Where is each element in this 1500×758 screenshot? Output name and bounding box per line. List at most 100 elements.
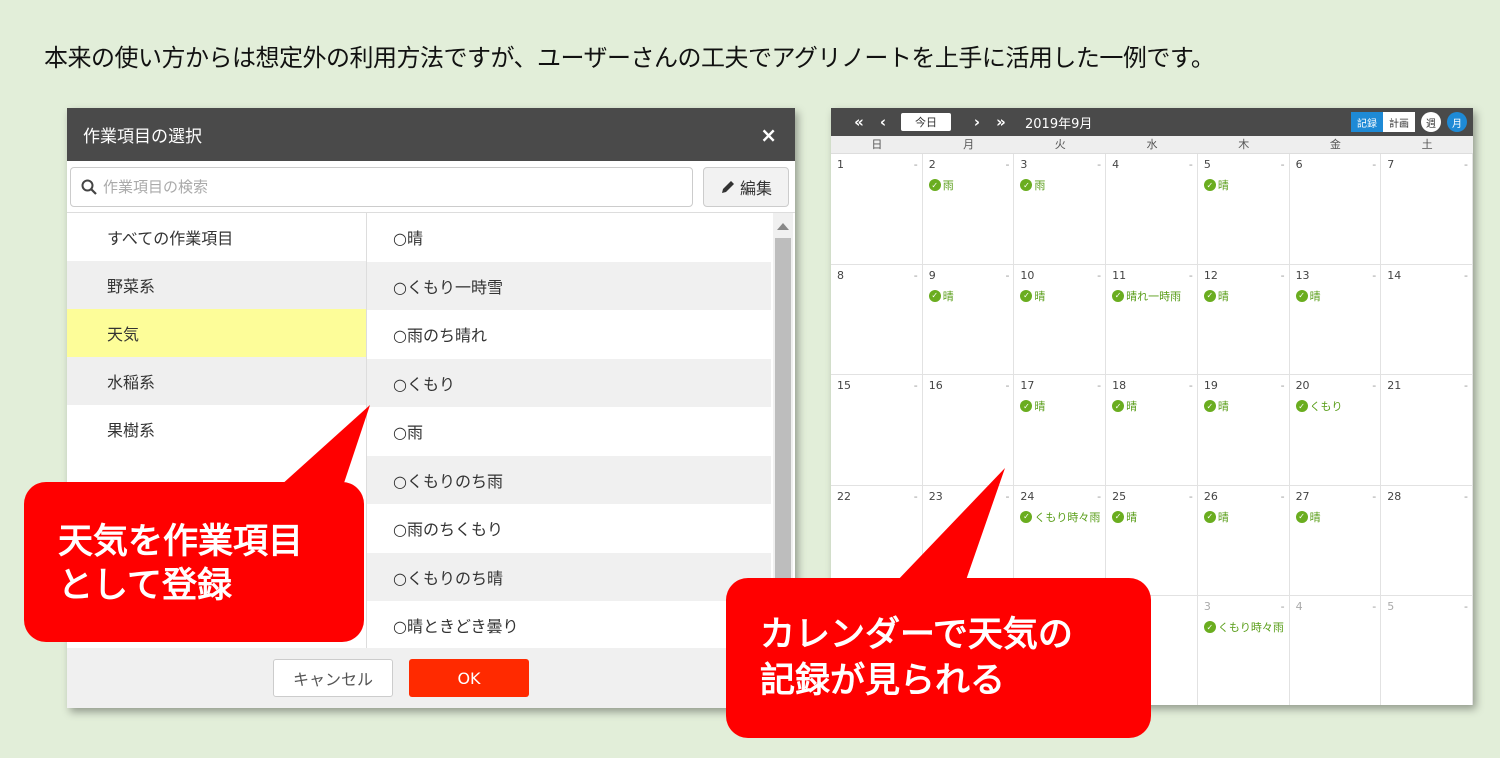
day-cell[interactable]: 19 - ✓ 晴 bbox=[1197, 375, 1290, 486]
task-item-row[interactable]: ○雨のちくもり bbox=[367, 504, 771, 553]
task-item-row[interactable]: ○くもりのち晴 bbox=[367, 552, 771, 601]
ok-button[interactable]: OK bbox=[409, 659, 529, 697]
day-menu-icon[interactable]: - bbox=[1189, 269, 1193, 282]
weather-event[interactable]: ✓ 晴 bbox=[1112, 509, 1193, 525]
day-cell[interactable]: 11 - ✓ 晴れ一時雨 bbox=[1106, 264, 1198, 375]
category-item[interactable]: すべての作業項目 bbox=[67, 213, 366, 261]
day-menu-icon[interactable]: - bbox=[914, 379, 918, 392]
task-item-row[interactable]: ○雨 bbox=[367, 407, 771, 456]
day-cell[interactable]: 18 - ✓ 晴 bbox=[1106, 375, 1198, 486]
weather-event[interactable]: ✓ 晴れ一時雨 bbox=[1112, 288, 1193, 304]
day-menu-icon[interactable]: - bbox=[1372, 269, 1376, 282]
weather-event[interactable]: ✓ くもり時々雨 bbox=[1203, 619, 1285, 635]
day-menu-icon[interactable]: - bbox=[1281, 600, 1285, 613]
day-menu-icon[interactable]: - bbox=[1097, 269, 1101, 282]
day-cell[interactable]: 8- bbox=[831, 264, 923, 375]
view-week-button[interactable]: 週 bbox=[1421, 112, 1441, 132]
task-item-row[interactable]: ○くもりのち雨 bbox=[367, 455, 771, 504]
weather-event[interactable]: ✓ 晴 bbox=[1203, 398, 1285, 414]
weather-event[interactable]: ✓ 晴 bbox=[1203, 509, 1285, 525]
day-cell[interactable]: 2- ✓ 雨 bbox=[922, 154, 1015, 265]
search-box[interactable] bbox=[70, 166, 693, 207]
weather-event[interactable]: ✓ 雨 bbox=[928, 177, 1010, 193]
day-cell[interactable]: 5- ✓ 晴 bbox=[1197, 154, 1290, 265]
weather-event[interactable]: ✓ くもり時々雨 bbox=[1020, 509, 1101, 525]
day-menu-icon[interactable]: - bbox=[1372, 158, 1376, 171]
day-cell[interactable]: 5- bbox=[1381, 596, 1473, 705]
day-cell[interactable]: 27 - ✓ 晴 bbox=[1289, 485, 1382, 596]
day-cell[interactable]: 14 - bbox=[1381, 264, 1473, 375]
day-menu-icon[interactable]: - bbox=[1464, 158, 1468, 171]
weather-event[interactable]: ✓ 晴 bbox=[1020, 398, 1101, 414]
edit-button[interactable]: 編集 bbox=[703, 166, 789, 207]
first-page-icon[interactable]: « bbox=[847, 113, 871, 131]
day-cell[interactable]: 9- ✓ 晴 bbox=[922, 264, 1015, 375]
day-menu-icon[interactable]: - bbox=[1464, 379, 1468, 392]
day-menu-icon[interactable]: - bbox=[1189, 379, 1193, 392]
day-cell[interactable]: 6- bbox=[1289, 154, 1382, 265]
day-cell[interactable]: 21 - bbox=[1381, 375, 1473, 486]
view-month-button[interactable]: 月 bbox=[1447, 112, 1467, 132]
task-item-row[interactable]: ○晴ときどき曇り bbox=[367, 601, 771, 648]
category-item[interactable]: 天気 bbox=[67, 309, 366, 357]
day-menu-icon[interactable]: - bbox=[1372, 490, 1376, 503]
mode-plan-button[interactable]: 計画 bbox=[1383, 112, 1415, 132]
day-menu-icon[interactable]: - bbox=[1281, 269, 1285, 282]
weather-event[interactable]: ✓ 晴 bbox=[1203, 288, 1285, 304]
task-item-row[interactable]: ○くもり bbox=[367, 358, 771, 407]
weather-event[interactable]: ✓ 晴 bbox=[1295, 288, 1377, 304]
day-menu-icon[interactable]: - bbox=[1464, 600, 1468, 613]
prev-month-icon[interactable]: ‹ bbox=[871, 113, 895, 131]
category-item[interactable]: 水稲系 bbox=[67, 357, 366, 405]
day-menu-icon[interactable]: - bbox=[1097, 158, 1101, 171]
day-cell[interactable]: 17 - ✓ 晴 bbox=[1014, 375, 1107, 486]
today-button[interactable]: 今日 bbox=[901, 113, 951, 131]
day-menu-icon[interactable]: - bbox=[1281, 490, 1285, 503]
day-menu-icon[interactable]: - bbox=[1281, 158, 1285, 171]
day-menu-icon[interactable]: - bbox=[1189, 490, 1193, 503]
day-menu-icon[interactable]: - bbox=[1005, 158, 1009, 171]
cancel-button[interactable]: キャンセル bbox=[273, 659, 393, 697]
day-menu-icon[interactable]: - bbox=[1464, 490, 1468, 503]
day-cell[interactable]: 3- ✓ 雨 bbox=[1014, 154, 1107, 265]
day-cell[interactable]: 20 - ✓ くもり bbox=[1289, 375, 1382, 486]
day-menu-icon[interactable]: - bbox=[1097, 379, 1101, 392]
close-icon[interactable]: × bbox=[760, 123, 777, 147]
day-menu-icon[interactable]: - bbox=[1464, 269, 1468, 282]
day-cell[interactable]: 10 - ✓ 晴 bbox=[1014, 264, 1107, 375]
day-cell[interactable]: 7- bbox=[1381, 154, 1473, 265]
weather-event[interactable]: ✓ 晴 bbox=[928, 288, 1010, 304]
day-cell[interactable]: 3- ✓ くもり時々雨 bbox=[1198, 596, 1290, 705]
last-page-icon[interactable]: » bbox=[989, 113, 1013, 131]
day-cell[interactable]: 1- bbox=[831, 154, 923, 265]
day-menu-icon[interactable]: - bbox=[914, 269, 918, 282]
weather-event[interactable]: ✓ 晴 bbox=[1020, 288, 1101, 304]
task-item-row[interactable]: ○雨のち晴れ bbox=[367, 310, 771, 359]
day-menu-icon[interactable]: - bbox=[914, 158, 918, 171]
day-cell[interactable]: 26 - ✓ 晴 bbox=[1197, 485, 1290, 596]
next-month-icon[interactable]: › bbox=[965, 113, 989, 131]
mode-record-button[interactable]: 記録 bbox=[1351, 112, 1383, 132]
weather-event[interactable]: ✓ くもり bbox=[1295, 398, 1377, 414]
search-input[interactable] bbox=[103, 177, 682, 196]
task-item-row[interactable]: ○晴 bbox=[367, 213, 771, 262]
day-menu-icon[interactable]: - bbox=[1005, 269, 1009, 282]
weather-event[interactable]: ✓ 晴 bbox=[1295, 509, 1377, 525]
scroll-up-icon[interactable] bbox=[777, 223, 789, 230]
weather-event[interactable]: ✓ 雨 bbox=[1020, 177, 1101, 193]
category-item[interactable]: 野菜系 bbox=[67, 261, 366, 309]
day-cell[interactable]: 4- bbox=[1290, 596, 1382, 705]
day-cell[interactable]: 13 - ✓ 晴 bbox=[1289, 264, 1382, 375]
day-menu-icon[interactable]: - bbox=[1189, 158, 1193, 171]
weather-event[interactable]: ✓ 晴 bbox=[1203, 177, 1285, 193]
day-menu-icon[interactable]: - bbox=[1005, 379, 1009, 392]
weather-event[interactable]: ✓ 晴 bbox=[1112, 398, 1193, 414]
day-menu-icon[interactable]: - bbox=[1281, 379, 1285, 392]
task-item-row[interactable]: ○くもり一時雪 bbox=[367, 261, 771, 310]
day-cell[interactable]: 28 - bbox=[1381, 485, 1473, 596]
day-menu-icon[interactable]: - bbox=[1372, 600, 1376, 613]
day-menu-icon[interactable]: - bbox=[1372, 379, 1376, 392]
day-cell[interactable]: 4- bbox=[1106, 154, 1198, 265]
day-menu-icon[interactable]: - bbox=[1097, 490, 1101, 503]
day-cell[interactable]: 12 - ✓ 晴 bbox=[1197, 264, 1290, 375]
